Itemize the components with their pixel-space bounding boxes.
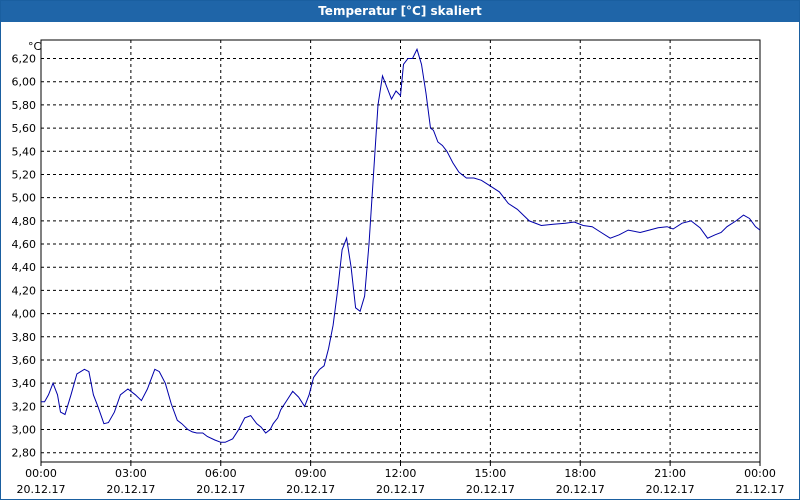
y-tick-label: 5,00 (12, 192, 37, 205)
x-tick-time-label: 18:00 (564, 467, 596, 480)
x-tick-date-label: 20.12.17 (376, 483, 425, 496)
x-tick-date-label: 20.12.17 (196, 483, 245, 496)
x-tick-time-label: 15:00 (475, 467, 507, 480)
temperature-line-chart: °C 2,80 3,00 3,20 3,40 3,60 3,80 4,00 4,20 4,40 4… (12, 39, 785, 496)
x-tick-time-label: 09:00 (295, 467, 327, 480)
y-tick-label: 2,80 (12, 447, 37, 460)
y-tick-label: 5,60 (12, 122, 37, 135)
y-tick-label: 3,60 (12, 354, 37, 367)
y-tick-label: 5,20 (12, 168, 37, 181)
y-tick-label: 5,40 (12, 145, 37, 158)
y-tick-label: 4,80 (12, 215, 37, 228)
x-tick-time-label: 21:00 (654, 467, 686, 480)
x-tick-date-label: 20.12.17 (646, 483, 695, 496)
x-tick-time-label: 00:00 (744, 467, 776, 480)
x-tick-date-label: 20.12.17 (106, 483, 155, 496)
y-tick-label: 4,40 (12, 261, 37, 274)
y-tick-label: 5,80 (12, 99, 37, 112)
y-tick-label: 3,40 (12, 377, 37, 390)
x-tick-date-label: 20.12.17 (556, 483, 605, 496)
x-tick-time-label: 03:00 (115, 467, 147, 480)
y-tick-label: 3,00 (12, 424, 37, 437)
y-tick-label: 6,00 (12, 76, 37, 89)
x-tick-time-label: 00:00 (25, 467, 57, 480)
x-tick-time-label: 06:00 (205, 467, 237, 480)
x-tick-time-label: 12:00 (385, 467, 417, 480)
y-tick-label: 4,00 (12, 308, 37, 321)
x-tick-date-label: 20.12.17 (466, 483, 515, 496)
x-tick-date-label: 20.12.17 (17, 483, 66, 496)
y-tick-label: 3,20 (12, 400, 37, 413)
y-tick-label: 4,20 (12, 284, 37, 297)
y-tick-label: 6,20 (12, 53, 37, 66)
y-tick-label: 3,80 (12, 331, 37, 344)
y-axis-unit-label: °C (28, 40, 42, 53)
y-tick-label: 4,60 (12, 238, 37, 251)
x-tick-date-label: 21.12.17 (736, 483, 785, 496)
x-tick-date-label: 20.12.17 (286, 483, 335, 496)
